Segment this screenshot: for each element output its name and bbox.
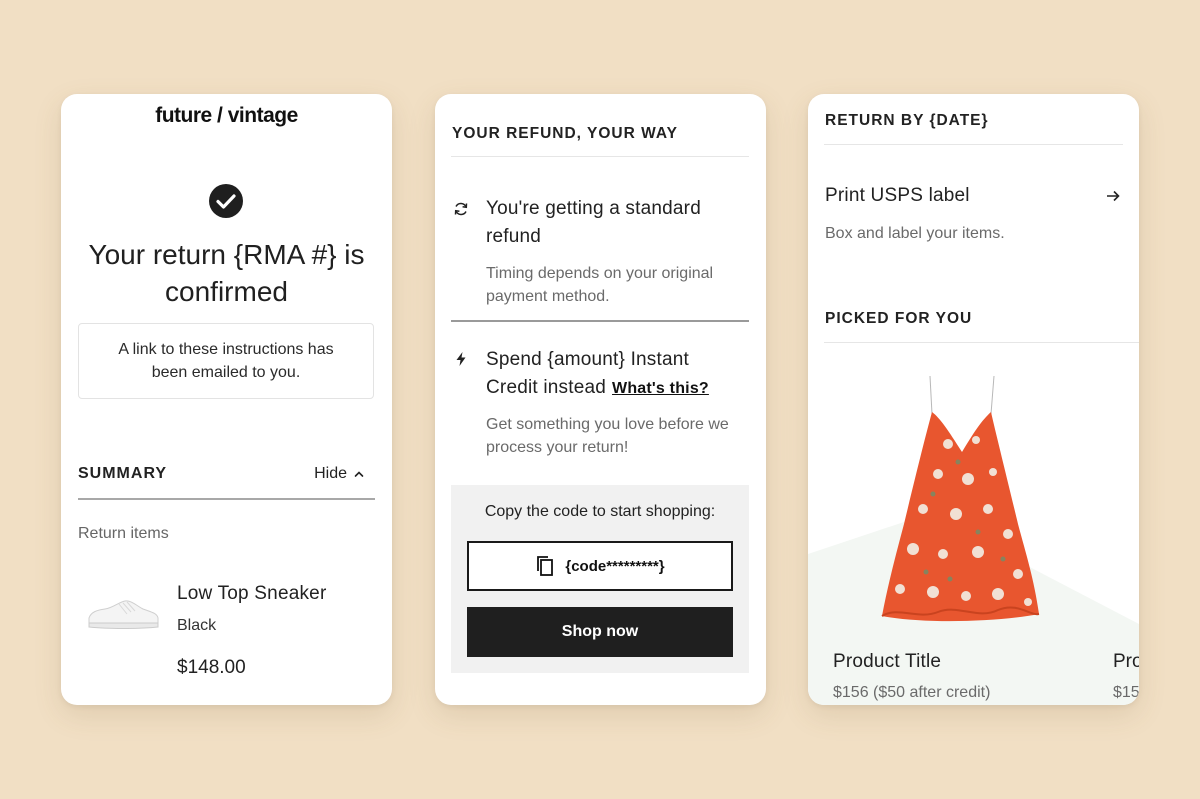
item-color: Black	[177, 617, 217, 634]
lightning-icon	[456, 352, 466, 366]
whats-this-link[interactable]: What's this?	[612, 380, 709, 397]
divider	[451, 156, 749, 157]
divider	[824, 144, 1123, 145]
print-label-desc: Box and label your items.	[825, 225, 1005, 242]
sneaker-image	[88, 600, 159, 629]
email-notice: A link to these instructions has been em…	[78, 323, 374, 399]
copy-code-label: Copy the code to start shopping:	[484, 503, 716, 520]
instant-credit-option[interactable]: Spend {amount} Instant Credit instead Wha…	[486, 346, 746, 403]
code-panel: Copy the code to start shopping: {code**…	[451, 485, 749, 673]
item-price: $148.00	[177, 657, 246, 678]
product-price: $156 ($50 after credit)	[833, 684, 991, 701]
summary-header: SUMMARY Hide	[78, 462, 375, 500]
return-items-label: Return items	[78, 525, 169, 542]
arrow-right-icon[interactable]	[1105, 188, 1121, 204]
hide-label: Hide	[314, 465, 347, 482]
return-instructions-card: RETURN BY {DATE} Print USPS label Box an…	[808, 94, 1139, 705]
product-title-next[interactable]: Pro	[1113, 651, 1139, 673]
return-confirmation-card: future / vintage Your return {RMA #} is …	[61, 94, 392, 705]
option-divider	[451, 320, 749, 322]
checkmark-icon	[209, 184, 243, 218]
return-by-title: RETURN BY {DATE}	[825, 112, 989, 129]
shop-now-button[interactable]: Shop now	[467, 607, 733, 657]
refund-section-title: YOUR REFUND, YOUR WAY	[452, 125, 678, 142]
page-title: Your return {RMA #} is confirmed	[88, 239, 365, 307]
hide-summary-button[interactable]: Hide	[314, 465, 365, 483]
product-image-dress[interactable]	[878, 374, 1042, 624]
summary-title: SUMMARY	[78, 465, 168, 482]
picked-for-you-title: PICKED FOR YOU	[825, 310, 973, 327]
email-notice-text: A link to these instructions has been em…	[118, 341, 334, 381]
brand-logo[interactable]: future / vintage	[61, 104, 392, 128]
standard-refund-title[interactable]: You're getting a standard refund	[486, 195, 746, 251]
copy-code-button[interactable]: {code*********}	[467, 541, 733, 591]
item-name: Low Top Sneaker	[177, 583, 327, 604]
product-title[interactable]: Product Title	[833, 651, 941, 673]
refresh-icon	[454, 202, 468, 216]
product-price-next: $15	[1113, 684, 1139, 701]
copy-icon	[537, 556, 554, 576]
chevron-up-icon	[354, 471, 364, 477]
divider	[824, 342, 1139, 343]
instant-credit-desc: Get something you love before we process…	[486, 416, 729, 456]
print-usps-label-link[interactable]: Print USPS label	[825, 185, 970, 207]
refund-options-card: YOUR REFUND, YOUR WAY You're getting a s…	[435, 94, 766, 705]
code-text: {code*********}	[565, 557, 665, 575]
standard-refund-desc: Timing depends on your original payment …	[486, 265, 714, 305]
